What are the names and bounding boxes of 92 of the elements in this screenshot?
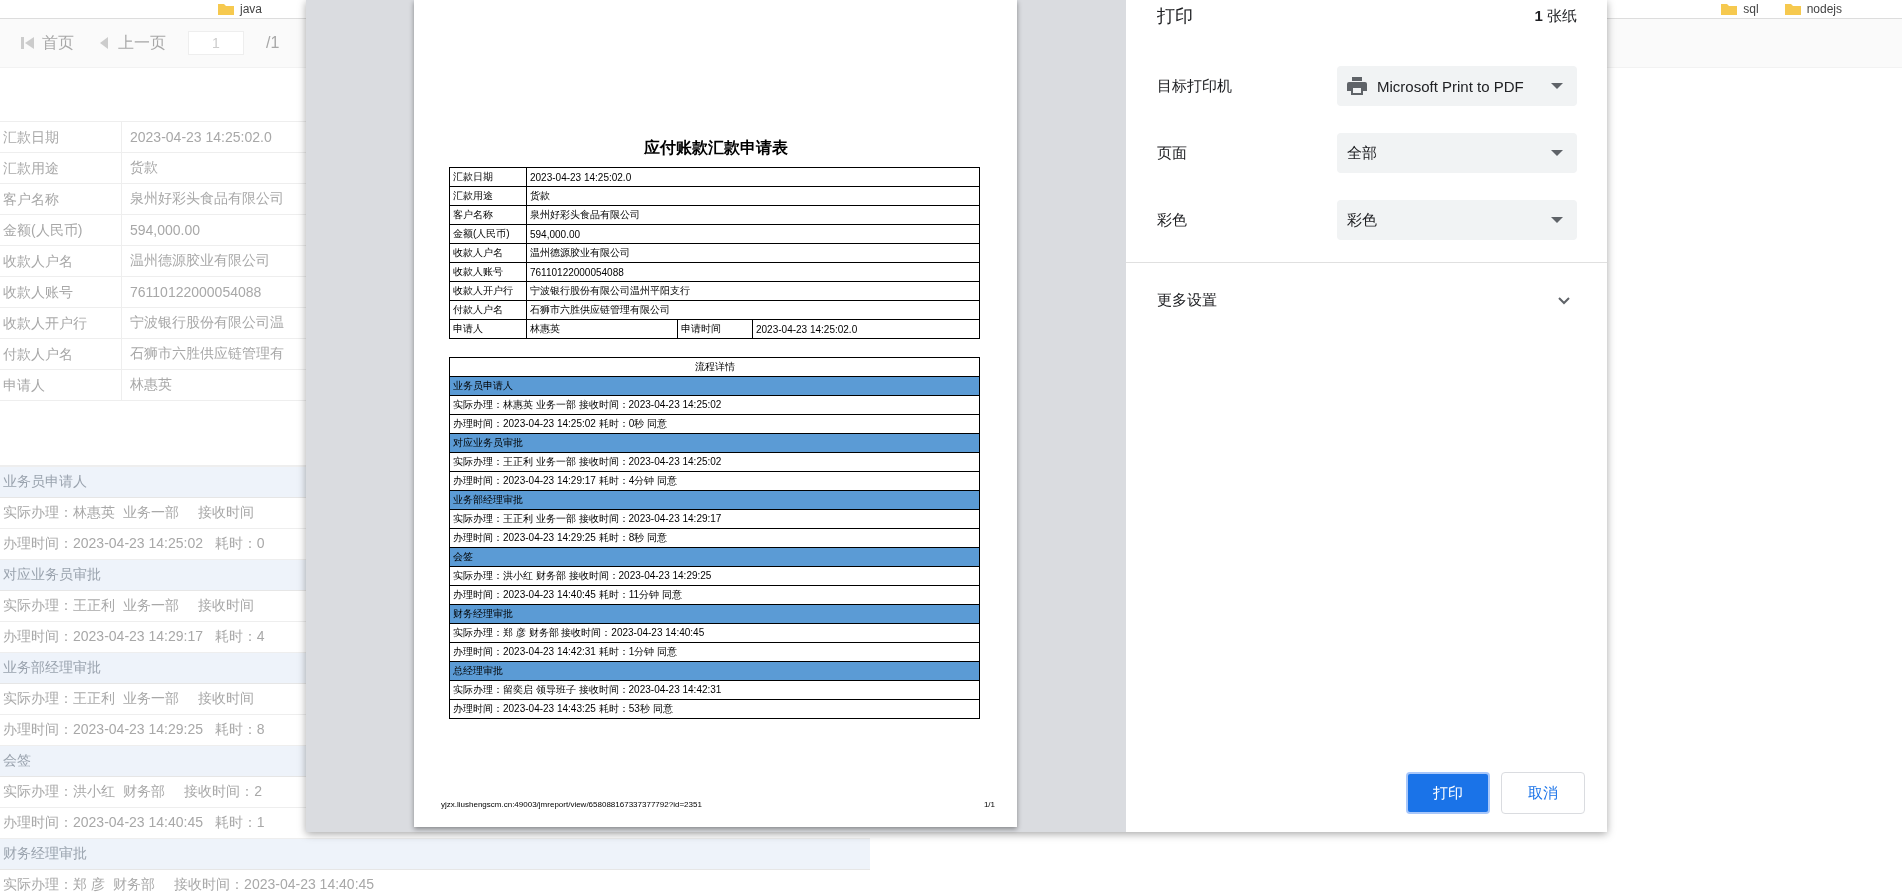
chevron-icon (1558, 296, 1570, 305)
table-header-cell: 流程详情 (449, 357, 980, 377)
field-label: 申请人 (0, 370, 122, 400)
table-cell: 实际办理：王正利 业务一部 接收时间：2023-04-23 14:25:02 (449, 452, 980, 472)
field-label: 收款人户名 (0, 246, 122, 276)
cancel-button[interactable]: 取消 (1501, 772, 1585, 814)
dialog-title: 打印 (1157, 5, 1193, 28)
table-cell: 申请人 (449, 319, 527, 339)
field-value: 2023-04-23 14:25:02.0 (129, 129, 272, 145)
setting-dropdown[interactable]: 彩色 (1337, 200, 1577, 240)
bookmark-label[interactable]: java (240, 2, 262, 16)
table-cell: 温州德源胶业有限公司 (526, 243, 980, 263)
field-label: 付款人户名 (0, 339, 122, 369)
table-cell: 办理时间：2023-04-23 14:43:25 耗时：53秒 同意 (449, 699, 980, 719)
sheet-count: 1 张纸 (1534, 6, 1577, 26)
flow-detail-text: 办理时间：2023-04-23 14:40:45 耗时：1 (3, 814, 265, 832)
table-cell: 泉州好彩头食品有限公司 (526, 205, 980, 225)
caret-icon (1551, 83, 1563, 89)
table-cell: 金额(人民币) (449, 224, 527, 244)
flow-detail-text: 实际办理：洪小红 财务部 接收时间：2 (3, 783, 262, 801)
flow-detail-text: 实际办理：林惠英 业务一部 接收时间 (3, 504, 255, 522)
bookmark-label[interactable]: sql (1743, 2, 1759, 16)
page-number: 1/1 (983, 800, 995, 809)
table-cell: 收款人户名 (449, 243, 527, 263)
page-url: yjzx.liushengscm.cn:49003/jmreport/view/658088167337377792?id=2351 (441, 800, 702, 809)
table-cell: 石狮市六胜供应链管理有限公司 (526, 300, 980, 320)
field-label: 汇款日期 (0, 122, 122, 152)
first-page-icon (20, 35, 36, 51)
table-cell: 实际办理：王正利 业务一部 接收时间：2023-04-23 14:29:17 (449, 509, 980, 529)
table-cell: 实际办理：洪小红 财务部 接收时间：2023-04-23 14:29:25 (449, 566, 980, 586)
table-cell: 申请时间 (677, 319, 753, 339)
field-value: 594,000.00 (129, 222, 201, 238)
field-value: 76110122000054088 (129, 284, 262, 300)
table-cell: 办理时间：2023-04-23 14:29:25 耗时：8秒 同意 (449, 528, 980, 548)
table-cell: 76110122000054088 (526, 262, 980, 282)
flow-step-title: 财务经理审批 (3, 845, 87, 863)
setting-dropdown[interactable]: Microsoft Print to PDF (1337, 66, 1577, 106)
report-title: 应付账款汇款申请表 (642, 138, 789, 158)
setting-label: 彩色 (1157, 210, 1187, 230)
caret-icon (1551, 217, 1563, 223)
table-cell: 2023-04-23 14:25:02.0 (526, 167, 980, 187)
flow-step-title: 业务部经理审批 (3, 659, 101, 677)
flow-step-title: 对应业务员审批 (3, 566, 101, 584)
field-label: 汇款用途 (0, 153, 122, 183)
folder-icon (218, 3, 234, 15)
setting-dropdown[interactable]: 全部 (1337, 133, 1577, 173)
table-cell: 实际办理：林惠英 业务一部 接收时间：2023-04-23 14:25:02 (449, 395, 980, 415)
field-value: 石狮市六胜供应链管理有 (129, 345, 284, 363)
table-cell: 实际办理：郑 彦 财务部 接收时间：2023-04-23 14:40:45 (449, 623, 980, 643)
table-cell: 2023-04-23 14:25:02.0 (752, 319, 980, 339)
table-cell: 办理时间：2023-04-23 14:40:45 耗时：11分钟 同意 (449, 585, 980, 605)
flow-step-title: 会签 (3, 752, 31, 770)
folder-icon (1784, 3, 1801, 15)
table-cell: 收款人账号 (449, 262, 527, 282)
field-value: 温州德源胶业有限公司 (129, 252, 270, 270)
print-button[interactable]: 打印 (1406, 772, 1490, 814)
flow-detail-text: 办理时间：2023-04-23 14:25:02 耗时：0 (3, 535, 265, 553)
table-cell: 594,000.00 (526, 224, 980, 244)
field-value: 货款 (129, 159, 158, 177)
table-cell: 办理时间：2023-04-23 14:25:02 耗时：0秒 同意 (449, 414, 980, 434)
table-cell: 货款 (526, 186, 980, 206)
setting-label: 页面 (1157, 143, 1187, 163)
table-cell: 汇款日期 (449, 167, 527, 187)
bookmark-label[interactable]: nodejs (1806, 2, 1842, 16)
table-cell: 办理时间：2023-04-23 14:29:17 耗时：4分钟 同意 (449, 471, 980, 491)
caret-icon (1551, 150, 1563, 156)
table-cell: 林惠英 (526, 319, 678, 339)
flow-step-title: 业务员申请人 (3, 473, 87, 491)
table-cell: 付款人户名 (449, 300, 527, 320)
folder-icon (1721, 3, 1738, 15)
field-label: 客户名称 (0, 184, 122, 214)
more-settings-toggle[interactable]: 更多设置 (1126, 262, 1607, 310)
table-cell: 收款人开户行 (449, 281, 527, 301)
flow-detail-text: 实际办理：郑 彦 财务部 接收时间：2023-04-23 14:40:45 (3, 876, 375, 894)
field-value: 林惠英 (129, 376, 172, 394)
field-label: 收款人账号 (0, 277, 122, 307)
table-cell: 汇款用途 (449, 186, 527, 206)
field-value: 泉州好彩头食品有限公司 (129, 190, 284, 208)
flow-detail-text: 办理时间：2023-04-23 14:29:17 耗时：4 (3, 628, 265, 646)
printer-icon (1347, 77, 1367, 95)
field-label: 收款人开户行 (0, 308, 122, 338)
table-cell: 客户名称 (449, 205, 527, 225)
flow-detail-text: 实际办理：王正利 业务一部 接收时间 (3, 597, 255, 615)
field-label: 金额(人民币) (0, 215, 122, 245)
table-cell: 实际办理：留奕启 领导班子 接收时间：2023-04-23 14:42:31 (449, 680, 980, 700)
table-cell: 办理时间：2023-04-23 14:42:31 耗时：1分钟 同意 (449, 642, 980, 662)
field-value: 宁波银行股份有限公司温 (129, 314, 284, 332)
table-cell: 宁波银行股份有限公司温州平阳支行 (526, 281, 980, 301)
setting-label: 目标打印机 (1157, 76, 1232, 96)
flow-detail-text: 实际办理：王正利 业务一部 接收时间 (3, 690, 255, 708)
page-total: /1 (266, 34, 280, 52)
flow-detail-text: 办理时间：2023-04-23 14:29:25 耗时：8 (3, 721, 265, 739)
